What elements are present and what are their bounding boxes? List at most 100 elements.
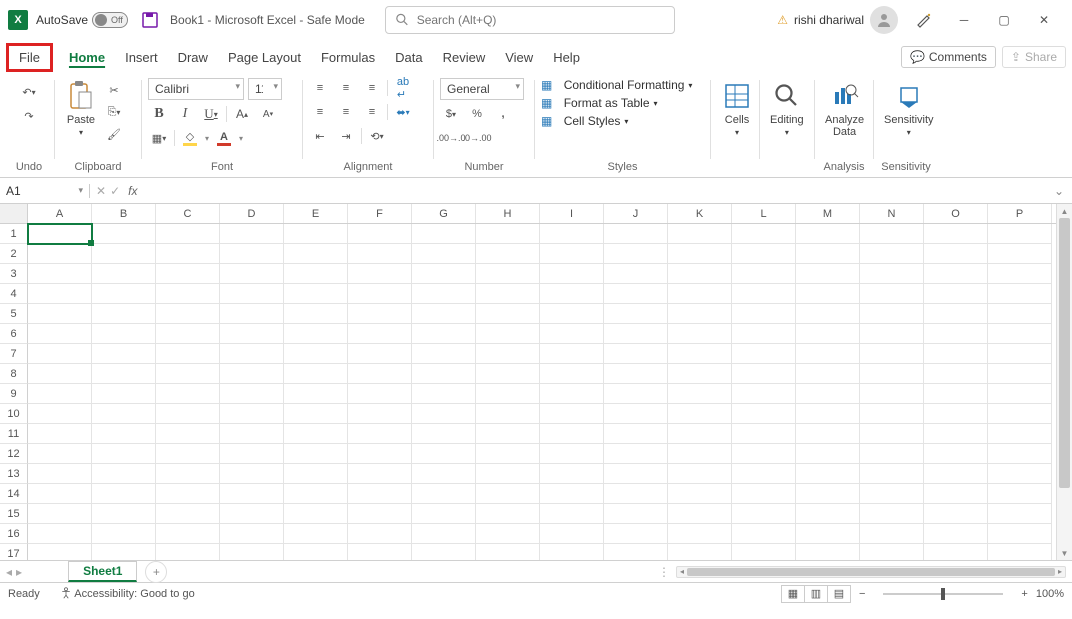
cell[interactable] [924, 324, 988, 344]
cell[interactable] [284, 484, 348, 504]
cell[interactable] [796, 284, 860, 304]
scroll-right-arrow[interactable]: ▸ [1055, 567, 1065, 577]
tab-home[interactable]: Home [59, 46, 115, 69]
cell[interactable] [924, 484, 988, 504]
cell[interactable] [92, 224, 156, 244]
cell[interactable] [156, 464, 220, 484]
cell[interactable] [988, 264, 1052, 284]
cell[interactable] [988, 344, 1052, 364]
cell[interactable] [796, 244, 860, 264]
percent-button[interactable]: % [466, 104, 488, 124]
column-header[interactable]: A [28, 204, 92, 223]
cell[interactable] [604, 364, 668, 384]
cell[interactable] [668, 344, 732, 364]
cell[interactable] [732, 324, 796, 344]
search-input[interactable] [417, 13, 664, 27]
cell[interactable] [156, 344, 220, 364]
decrease-font-button[interactable]: A▾ [257, 104, 279, 124]
cell[interactable] [476, 344, 540, 364]
cell[interactable] [348, 544, 412, 560]
cell[interactable] [348, 304, 412, 324]
cell[interactable] [92, 324, 156, 344]
cell[interactable] [412, 364, 476, 384]
cell[interactable] [28, 384, 92, 404]
column-header[interactable]: P [988, 204, 1052, 223]
cell[interactable] [796, 264, 860, 284]
cell[interactable] [796, 544, 860, 560]
cell[interactable] [668, 264, 732, 284]
paste-button[interactable]: Paste ▾ [61, 78, 101, 139]
maximize-button[interactable]: ▢ [984, 4, 1024, 36]
horizontal-scrollbar[interactable]: ◂ ▸ [676, 566, 1066, 578]
row-header[interactable]: 9 [0, 384, 28, 404]
search-box[interactable] [385, 6, 675, 34]
cell[interactable] [796, 304, 860, 324]
column-header[interactable]: H [476, 204, 540, 223]
cell[interactable] [92, 424, 156, 444]
cell[interactable] [220, 544, 284, 560]
cell[interactable] [860, 344, 924, 364]
cell[interactable] [924, 464, 988, 484]
cell[interactable] [860, 284, 924, 304]
conditional-formatting-button[interactable]: ▦ Conditional Formatting▾ [541, 78, 692, 92]
cell[interactable] [540, 324, 604, 344]
cell[interactable] [540, 244, 604, 264]
cell[interactable] [796, 464, 860, 484]
column-header[interactable]: K [668, 204, 732, 223]
cell[interactable] [412, 464, 476, 484]
cell[interactable] [988, 324, 1052, 344]
align-center-button[interactable]: ≡ [335, 102, 357, 122]
cell[interactable] [860, 324, 924, 344]
zoom-slider[interactable] [883, 593, 1003, 595]
format-painter-button[interactable]: 🖌 [103, 124, 125, 144]
cell[interactable] [796, 424, 860, 444]
tab-page-layout[interactable]: Page Layout [218, 46, 311, 69]
cell[interactable] [284, 284, 348, 304]
cell[interactable] [92, 244, 156, 264]
bold-button[interactable]: B [148, 104, 170, 124]
save-icon[interactable] [138, 8, 162, 32]
cell[interactable] [284, 224, 348, 244]
cell[interactable] [476, 424, 540, 444]
cell[interactable] [540, 524, 604, 544]
sheet-nav[interactable]: ◂▸ [0, 565, 28, 579]
cell[interactable] [988, 444, 1052, 464]
cell[interactable] [284, 424, 348, 444]
cell[interactable] [796, 224, 860, 244]
cell[interactable] [540, 484, 604, 504]
cell[interactable] [220, 284, 284, 304]
cell[interactable] [156, 424, 220, 444]
cell[interactable] [412, 504, 476, 524]
cell[interactable] [220, 464, 284, 484]
cell[interactable] [28, 444, 92, 464]
cell[interactable] [476, 384, 540, 404]
cell[interactable] [28, 404, 92, 424]
cell[interactable] [476, 544, 540, 560]
cell[interactable] [28, 224, 92, 244]
cell[interactable] [28, 424, 92, 444]
cell[interactable] [284, 524, 348, 544]
cell[interactable] [860, 264, 924, 284]
cell[interactable] [924, 544, 988, 560]
cell[interactable] [732, 544, 796, 560]
cell[interactable] [476, 504, 540, 524]
decrease-indent-button[interactable]: ⇤ [309, 126, 331, 146]
align-left-button[interactable]: ≡ [309, 102, 331, 122]
row-header[interactable]: 5 [0, 304, 28, 324]
cell[interactable] [732, 304, 796, 324]
cell[interactable] [668, 224, 732, 244]
tab-data[interactable]: Data [385, 46, 432, 69]
cell[interactable] [412, 304, 476, 324]
cell[interactable] [604, 424, 668, 444]
cell[interactable] [92, 544, 156, 560]
cell[interactable] [732, 464, 796, 484]
column-header[interactable]: I [540, 204, 604, 223]
cell[interactable] [476, 324, 540, 344]
currency-button[interactable]: $▾ [440, 104, 462, 124]
cell[interactable] [476, 264, 540, 284]
cell[interactable] [604, 404, 668, 424]
align-right-button[interactable]: ≡ [361, 102, 383, 122]
cell[interactable] [412, 424, 476, 444]
cell[interactable] [284, 364, 348, 384]
cell[interactable] [284, 404, 348, 424]
